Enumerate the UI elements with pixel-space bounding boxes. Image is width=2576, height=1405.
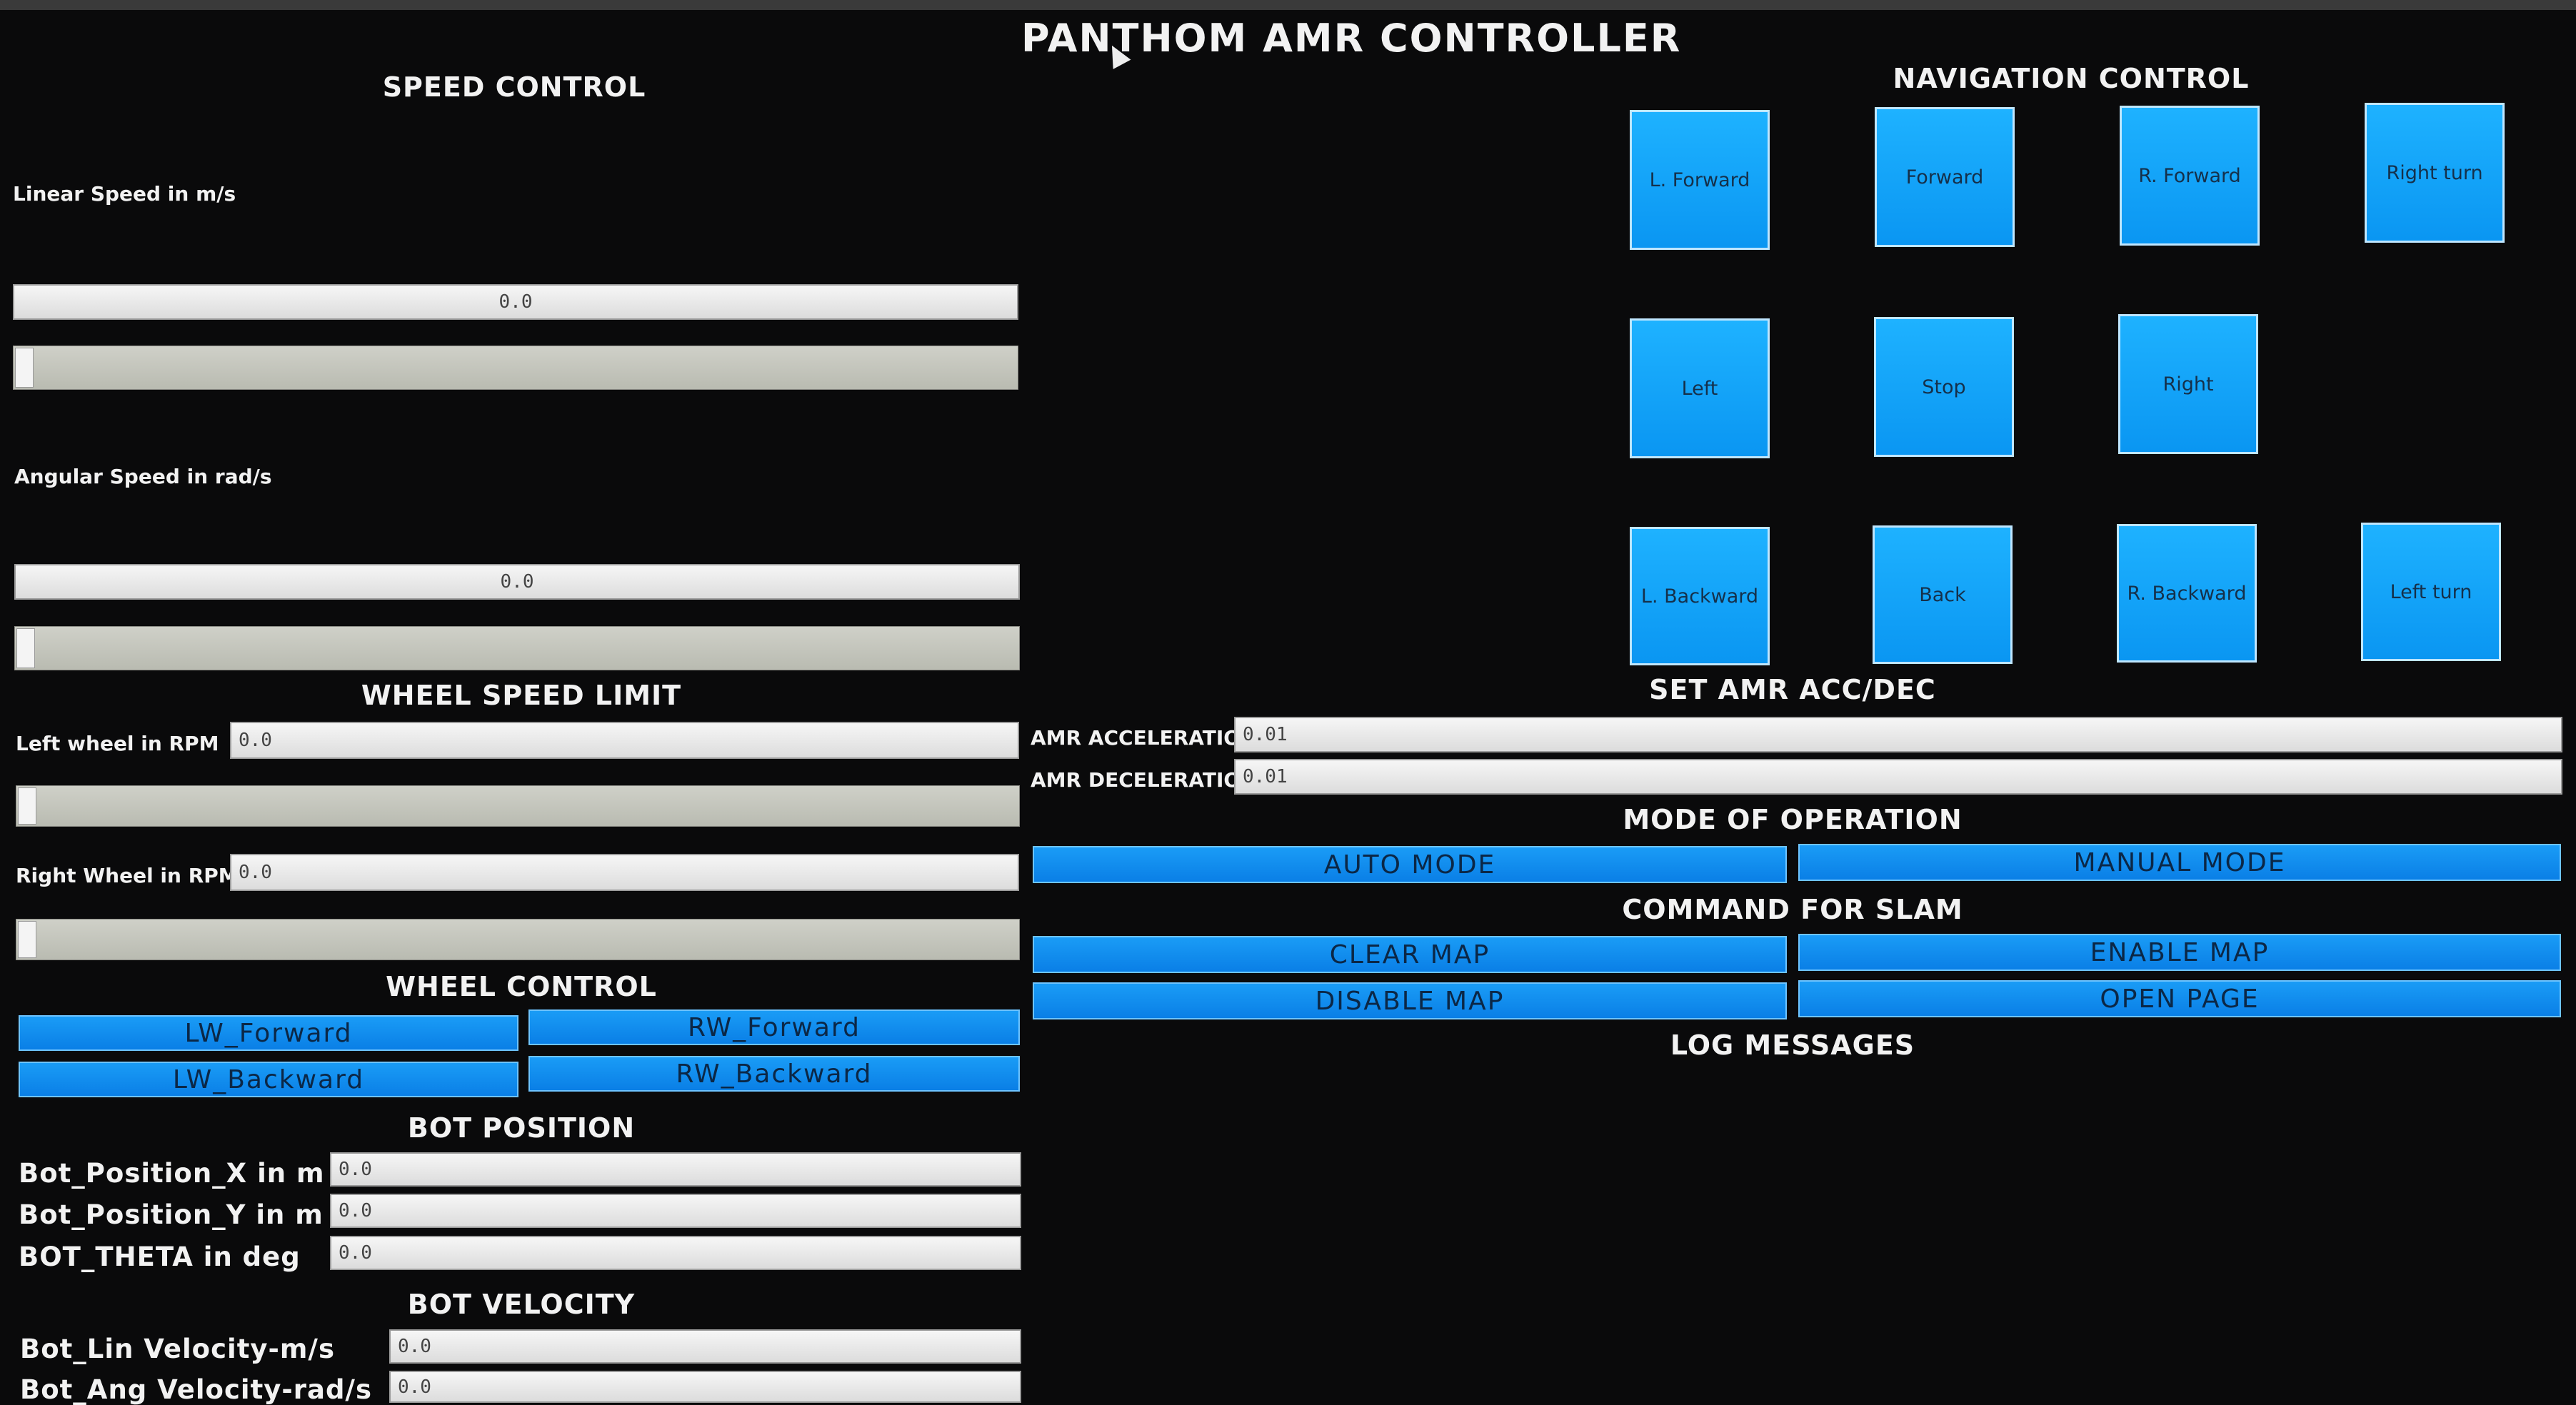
bot-lin-velocity-value: 0.0 [389, 1329, 1021, 1364]
open-page-button[interactable]: OPEN PAGE [1798, 980, 2561, 1017]
bot-position-x-value: 0.0 [330, 1152, 1021, 1187]
auto-mode-button[interactable]: AUTO MODE [1033, 846, 1787, 883]
linear-speed-slider[interactable] [13, 346, 1018, 390]
lw-forward-button[interactable]: LW_Forward [19, 1015, 518, 1051]
right-wheel-rpm-input[interactable]: 0.0 [230, 854, 1019, 891]
amr-deceleration-input[interactable]: 0.01 [1234, 759, 2562, 795]
clear-map-button[interactable]: CLEAR MAP [1033, 936, 1787, 973]
bot-theta-label: BOT_THETA in deg [19, 1242, 301, 1272]
nav-left-button[interactable]: Left [1630, 318, 1770, 458]
bot-velocity-heading: BOT VELOCITY [407, 1289, 636, 1320]
nav-right-turn-button[interactable]: Right turn [2365, 103, 2505, 243]
amr-deceleration-label: AMR DECELERATION [1031, 768, 1258, 792]
left-wheel-rpm-slider[interactable] [16, 785, 1020, 827]
speed-control-heading: SPEED CONTROL [382, 71, 646, 103]
navigation-control-heading: NAVIGATION CONTROL [1893, 63, 2250, 94]
angular-speed-label: Angular Speed in rad/s [14, 465, 272, 488]
right-wheel-rpm-slider[interactable] [16, 919, 1020, 960]
lw-backward-button[interactable]: LW_Backward [19, 1062, 518, 1097]
manual-mode-button[interactable]: MANUAL MODE [1798, 844, 2561, 881]
bot-position-y-label: Bot_Position_Y in m [19, 1199, 324, 1230]
bot-lin-velocity-label: Bot_Lin Velocity-m/s [20, 1334, 335, 1364]
bot-position-y-value: 0.0 [330, 1194, 1021, 1228]
rw-forward-button[interactable]: RW_Forward [528, 1009, 1020, 1045]
linear-speed-slider-handle[interactable] [15, 348, 34, 388]
command-for-slam-heading: COMMAND FOR SLAM [1622, 894, 1963, 925]
amr-acceleration-input[interactable]: 0.01 [1234, 717, 2562, 752]
angular-speed-slider-handle[interactable] [16, 628, 35, 668]
nav-back-button[interactable]: Back [1873, 525, 2013, 664]
bot-ang-velocity-label: Bot_Ang Velocity-rad/s [20, 1374, 372, 1405]
nav-l-backward-button[interactable]: L. Backward [1630, 527, 1770, 665]
wheel-speed-limit-heading: WHEEL SPEED LIMIT [361, 680, 682, 711]
linear-speed-label: Linear Speed in m/s [13, 182, 236, 206]
nav-stop-button[interactable]: Stop [1874, 317, 2014, 457]
nav-r-backward-button[interactable]: R. Backward [2117, 524, 2257, 663]
right-wheel-rpm-slider-handle[interactable] [18, 921, 36, 958]
left-wheel-rpm-input[interactable]: 0.0 [230, 722, 1019, 759]
nav-forward-button[interactable]: Forward [1875, 107, 2015, 247]
linear-speed-value: 0.0 [13, 284, 1018, 320]
log-messages-heading: LOG MESSAGES [1670, 1029, 1915, 1061]
bot-position-x-label: Bot_Position_X in m [19, 1158, 325, 1189]
disable-map-button[interactable]: DISABLE MAP [1033, 982, 1787, 1019]
bot-position-heading: BOT POSITION [407, 1112, 636, 1144]
angular-speed-slider[interactable] [14, 626, 1020, 670]
right-wheel-rpm-label: Right Wheel in RPM [16, 864, 239, 887]
enable-map-button[interactable]: ENABLE MAP [1798, 934, 2561, 971]
nav-left-turn-button[interactable]: Left turn [2361, 523, 2501, 661]
bot-theta-value: 0.0 [330, 1236, 1021, 1270]
window-top-bar [0, 0, 2576, 10]
left-wheel-rpm-label: Left wheel in RPM [16, 732, 219, 755]
nav-l-forward-button[interactable]: L. Forward [1630, 110, 1770, 250]
wheel-control-heading: WHEEL CONTROL [386, 971, 657, 1002]
nav-r-forward-button[interactable]: R. Forward [2120, 106, 2260, 246]
amr-acceleration-label: AMR ACCELERATION [1031, 726, 1258, 750]
left-wheel-rpm-slider-handle[interactable] [18, 787, 36, 825]
set-acc-dec-heading: SET AMR ACC/DEC [1649, 674, 1936, 705]
log-messages-area [1033, 1071, 2561, 1385]
nav-right-button[interactable]: Right [2118, 314, 2258, 454]
mode-of-operation-heading: MODE OF OPERATION [1623, 804, 1963, 835]
rw-backward-button[interactable]: RW_Backward [528, 1056, 1020, 1092]
bot-ang-velocity-value: 0.0 [389, 1371, 1021, 1403]
angular-speed-value: 0.0 [14, 564, 1020, 600]
